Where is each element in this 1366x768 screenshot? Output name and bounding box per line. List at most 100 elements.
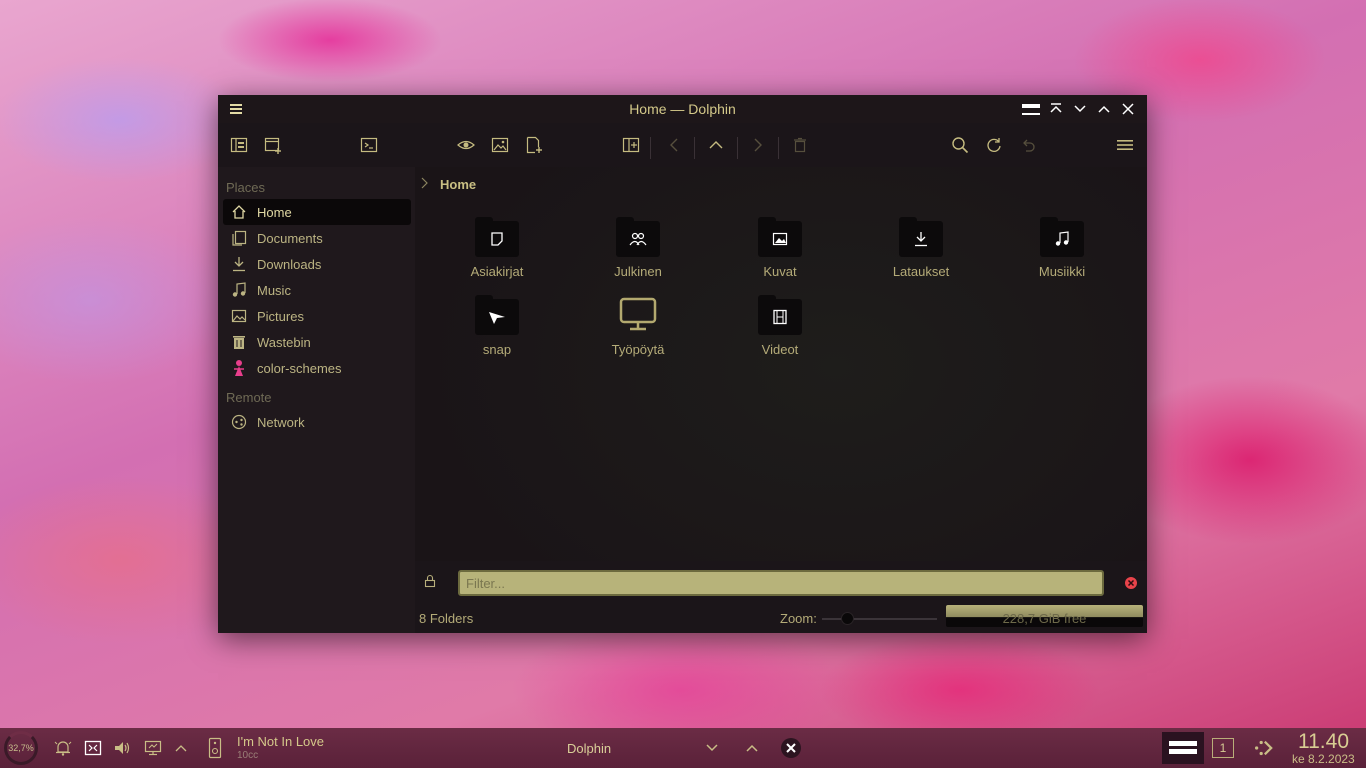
sidebar-item-label: Downloads: [257, 256, 322, 272]
view-mode-icon[interactable]: [227, 133, 251, 157]
sidebar-item-pictures[interactable]: Pictures: [223, 303, 411, 329]
task-close-icon[interactable]: [781, 738, 801, 758]
sidebar-item-documents[interactable]: Documents: [223, 225, 411, 251]
desktop-icon: [616, 295, 660, 335]
window-titlebar[interactable]: Home — Dolphin: [218, 95, 1147, 123]
folder-item[interactable]: Asiakirjat: [442, 217, 552, 279]
volume-icon[interactable]: [112, 738, 132, 758]
public-folder-icon: [616, 217, 660, 257]
search-icon[interactable]: [948, 133, 972, 157]
image-preview-icon[interactable]: [488, 133, 512, 157]
sidebar-item-wastebin[interactable]: Wastebin: [223, 329, 411, 355]
undo-icon[interactable]: [1016, 133, 1040, 157]
sidebar-item-label: Network: [257, 414, 305, 430]
toolbar-separator: [737, 137, 738, 159]
free-space-bar[interactable]: 228,7 GiB free: [946, 605, 1143, 627]
media-title[interactable]: I'm Not In Love: [237, 734, 324, 749]
toolbar-separator: [694, 137, 695, 159]
screen-capture-icon[interactable]: [83, 738, 103, 758]
item-label: Asiakirjat: [470, 264, 524, 279]
filter-bar: [415, 561, 1147, 603]
new-file-icon[interactable]: [522, 133, 546, 157]
folder-item[interactable]: Musiikki: [1007, 217, 1117, 279]
forward-arrow-icon[interactable]: [746, 133, 770, 157]
trash-icon: [230, 333, 248, 351]
item-label: Videot: [761, 342, 799, 357]
reload-icon[interactable]: [982, 133, 1006, 157]
minimize-all-button[interactable]: [1022, 100, 1040, 118]
folder-item[interactable]: Kuvat: [725, 217, 835, 279]
sidebar-item-label: Home: [257, 204, 292, 220]
snap-folder-icon: [475, 295, 519, 335]
keep-above-button[interactable]: [1047, 100, 1065, 118]
downloads-folder-icon: [899, 217, 943, 257]
item-label: snap: [482, 342, 512, 357]
task-dolphin[interactable]: Dolphin: [567, 741, 611, 756]
maximize-button[interactable]: [1095, 100, 1113, 118]
media-player-icon[interactable]: [205, 737, 225, 759]
music-folder-icon: [1040, 217, 1084, 257]
preview-eye-icon[interactable]: [454, 133, 478, 157]
new-window-icon[interactable]: [261, 133, 285, 157]
clock-date[interactable]: ke 8.2.2023: [1292, 752, 1355, 766]
sidebar-item-network[interactable]: Network: [223, 409, 411, 435]
sidebar-item-home[interactable]: Home: [223, 199, 411, 225]
network-manager-icon[interactable]: [1253, 738, 1273, 758]
sidebar-item-music[interactable]: Music: [223, 277, 411, 303]
virtual-desktop-pager[interactable]: 1: [1212, 738, 1234, 758]
item-label: Työpöytä: [611, 342, 665, 357]
close-button[interactable]: [1119, 100, 1137, 118]
places-section-label: Places: [226, 180, 266, 195]
breadcrumb-home[interactable]: Home: [440, 177, 476, 192]
document-folder-icon: [475, 217, 519, 257]
active-window-task[interactable]: [1162, 732, 1204, 764]
taskbar: 32,7% I'm Not In Love 10cc Dolphin 1 11.…: [0, 728, 1366, 768]
free-space-label: 228,7 GiB free: [1002, 611, 1087, 626]
pictures-folder-icon: [758, 217, 802, 257]
sidebar-item-label: color-schemes: [257, 360, 342, 376]
zoom-slider-handle[interactable]: [841, 612, 854, 625]
music-icon: [230, 281, 248, 299]
terminal-icon[interactable]: [357, 133, 381, 157]
app-menu-icon[interactable]: [1113, 133, 1137, 157]
minimize-button[interactable]: [1071, 100, 1089, 118]
zoom-label: Zoom:: [780, 611, 817, 626]
display-icon[interactable]: [143, 738, 163, 758]
breadcrumb: Home: [420, 177, 476, 192]
task-maximize-icon[interactable]: [742, 738, 762, 758]
remote-section-label: Remote: [226, 390, 272, 405]
places-panel: Places Home Documents Downloads Music Pi…: [218, 167, 415, 633]
up-arrow-icon[interactable]: [704, 133, 728, 157]
color-schemes-icon: [230, 359, 248, 377]
clock-time[interactable]: 11.40: [1298, 730, 1349, 754]
folder-item[interactable]: snap: [442, 295, 552, 357]
trash-icon[interactable]: [788, 133, 812, 157]
lock-icon[interactable]: [423, 574, 437, 591]
folder-item[interactable]: Lataukset: [866, 217, 976, 279]
clear-filter-icon[interactable]: [1124, 576, 1138, 593]
dolphin-window: Home — Dolphin Places Home Documents Dow…: [218, 95, 1147, 633]
cpu-usage-widget[interactable]: 32,7%: [4, 731, 38, 765]
task-minimize-icon[interactable]: [702, 738, 722, 758]
filter-input[interactable]: [458, 570, 1104, 596]
sidebar-item-color-schemes[interactable]: color-schemes: [223, 355, 411, 381]
videos-folder-icon: [758, 295, 802, 335]
folder-item[interactable]: Julkinen: [583, 217, 693, 279]
item-label: Kuvat: [763, 264, 797, 279]
split-view-icon[interactable]: [619, 133, 643, 157]
notifications-bell-icon[interactable]: [53, 738, 73, 758]
zoom-slider[interactable]: [822, 618, 937, 620]
back-arrow-icon[interactable]: [662, 133, 686, 157]
folder-item[interactable]: Videot: [725, 295, 835, 357]
tray-expand-icon[interactable]: [171, 738, 191, 758]
chevron-right-icon[interactable]: [420, 177, 430, 192]
folder-item[interactable]: Työpöytä: [583, 295, 693, 357]
network-icon: [230, 413, 248, 431]
file-view[interactable]: Home Asiakirjat Julkinen Kuvat Lataukset…: [415, 167, 1147, 561]
sidebar-item-label: Music: [257, 282, 291, 298]
toolbar-separator: [778, 137, 779, 159]
sidebar-item-downloads[interactable]: Downloads: [223, 251, 411, 277]
cpu-usage-value: 32,7%: [8, 743, 34, 753]
sidebar-item-label: Documents: [257, 230, 323, 246]
media-artist: 10cc: [237, 750, 259, 761]
